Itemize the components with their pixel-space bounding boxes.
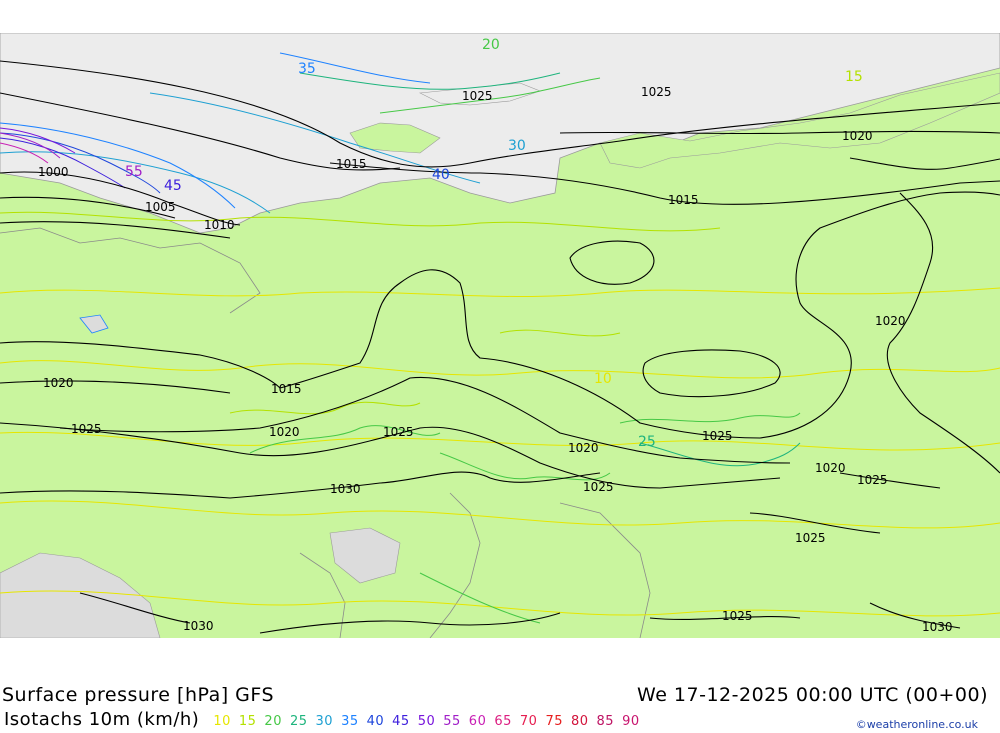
isobar-label: 1025 [583,480,614,494]
isobar-label: 1025 [795,531,826,545]
legend-item: 50 [417,714,436,729]
isobar-label: 1020 [269,425,300,439]
credit-link[interactable]: ©weatheronline.co.uk [856,718,978,731]
lake [79,314,109,334]
legend-item: 55 [443,714,461,729]
isotach-label: 55 [125,164,143,180]
isotach-label: 25 [638,434,656,450]
isotach-label: 30 [508,138,526,154]
isobar-label: 1020 [43,376,74,390]
isobar-label: 1000 [38,165,69,179]
legend-item: 30 [315,714,334,729]
legend-item: 20 [264,714,282,729]
isobar-label: 1015 [271,382,302,396]
isobar-label: 1020 [568,441,599,455]
isobar-label: 1010 [204,218,235,232]
isobar-label: 1025 [71,422,102,436]
isobar-label: 1030 [330,482,361,496]
legend-item: 15 [238,714,257,729]
isotach-label: 10 [594,371,612,387]
weather-map[interactable]: 1000 1005 1010 1015 1015 1015 1020 1020 … [0,33,1000,638]
legend-item: 45 [392,714,410,729]
isotach-label: 20 [482,37,500,53]
isotach-label: 15 [845,69,863,85]
isobar-label: 1025 [462,89,493,103]
isobar-label: 1015 [336,157,367,171]
map-datetime: We 17-12-2025 00:00 UTC (00+00) [637,684,988,706]
top-margin [0,0,1000,33]
legend-item: 60 [468,714,487,729]
map-canvas: 1000 1005 1010 1015 1015 1015 1020 1020 … [0,33,1000,638]
legend-item: 85 [596,714,615,729]
isobar-label: 1030 [183,619,214,633]
legend-row: Isotachs 10m (km/h) 10 15 20 25 30 35 40 45 50 55… [4,709,640,730]
isobar-label: 1020 [875,314,906,328]
isobar-label: 1015 [668,193,699,207]
legend-item: 75 [545,714,563,729]
legend-label: Isotachs 10m (km/h) [4,709,200,730]
isotach-label: 35 [298,61,316,77]
map-product-title: Surface pressure [hPa] GFS [2,684,275,706]
isobar-label: 1020 [815,461,846,475]
legend-item: 65 [494,714,512,729]
legend-item: 35 [341,714,359,729]
isobar-label: 1030 [922,620,953,634]
legend-item: 10 [213,714,231,729]
legend-item: 90 [622,714,640,729]
legend-item: 80 [570,714,589,729]
isobar-label: 1025 [702,429,733,443]
isobar-label: 1005 [145,200,176,214]
legend-item: 25 [289,714,308,729]
isobar-label: 1025 [641,85,672,99]
isobar-label: 1025 [383,425,414,439]
isobar-label: 1025 [857,473,888,487]
southern-sea [329,527,401,584]
isotach-label: 45 [164,178,182,194]
isobar-label: 1020 [842,129,873,143]
isobar-label: 1025 [722,609,753,623]
legend-item: 40 [366,714,385,729]
legend-item: 70 [519,714,538,729]
isotach-legend: 10 15 20 25 30 35 40 45 50 55 60 65 70 75 80 85 90 [213,714,639,729]
isotach-label: 40 [432,167,450,183]
